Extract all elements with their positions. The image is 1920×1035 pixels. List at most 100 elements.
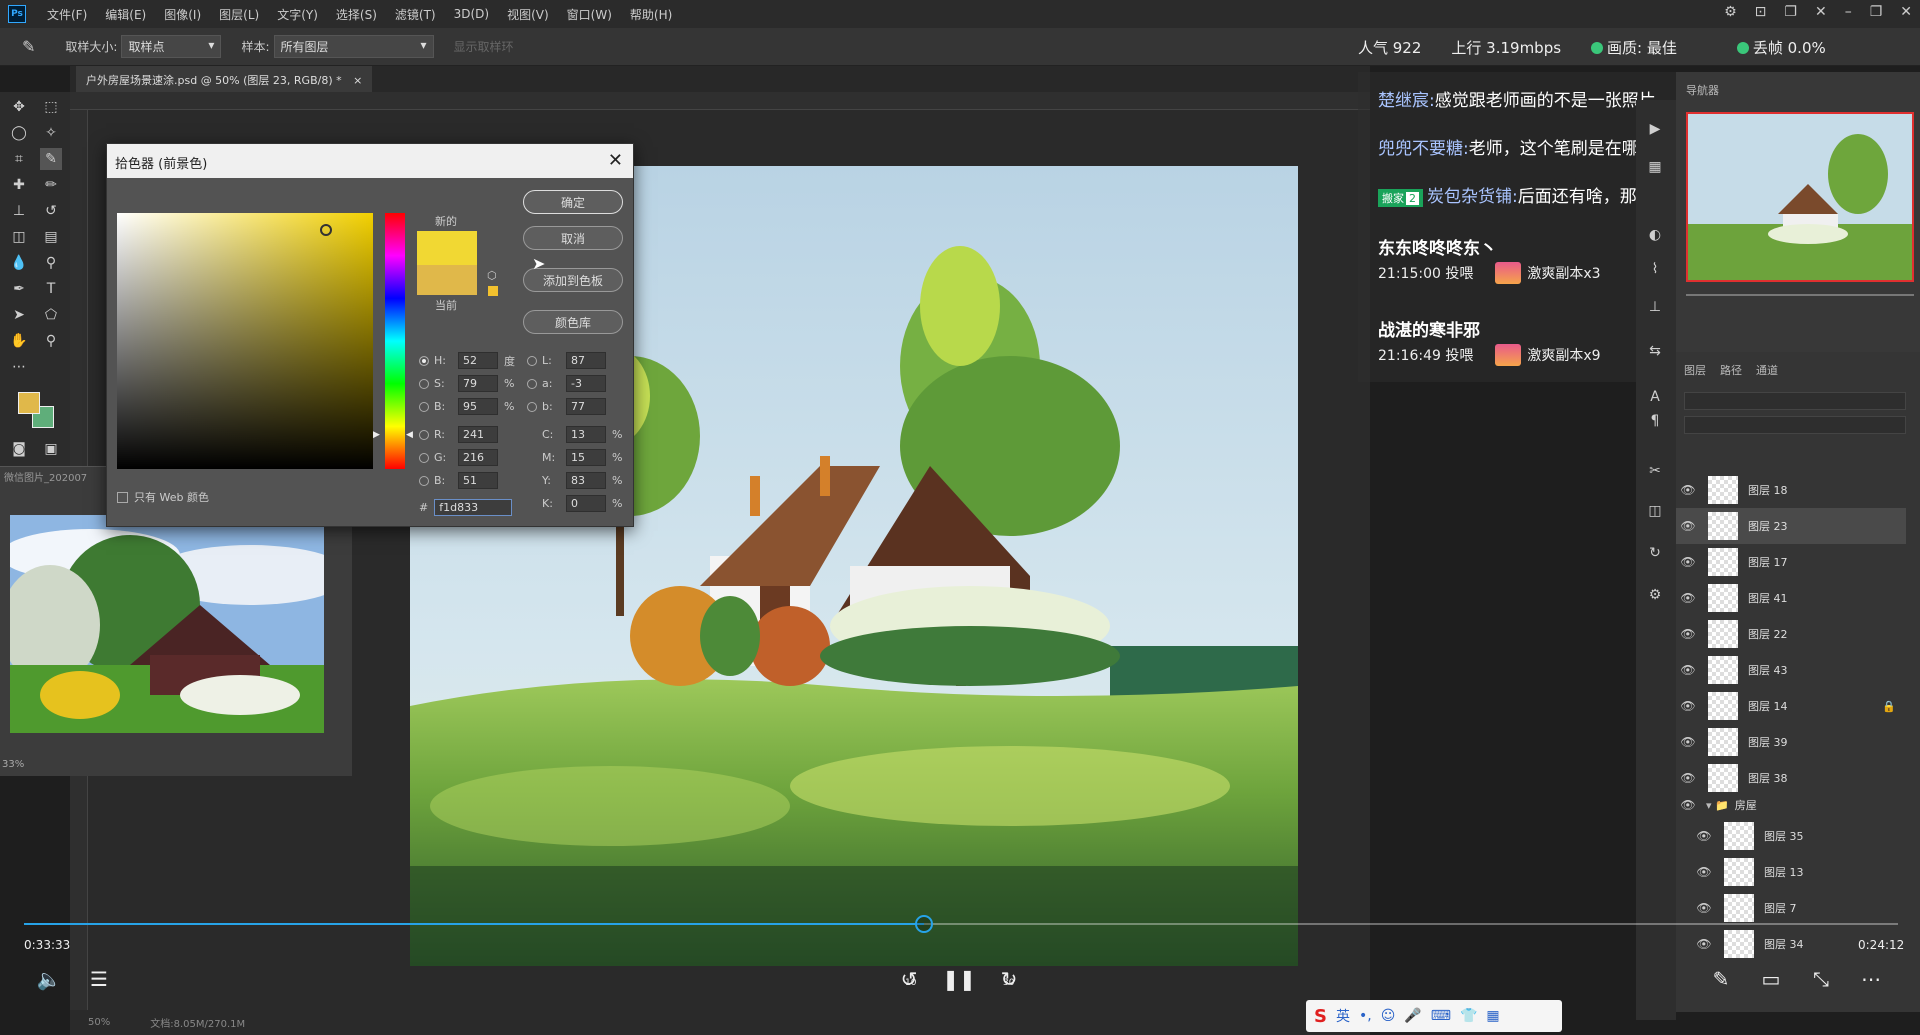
ime-logo[interactable]: S [1314, 1006, 1327, 1027]
menu-window[interactable]: 窗口(W) [558, 6, 621, 23]
healing-tool-icon[interactable]: ✚ [8, 174, 30, 196]
navigator-tab[interactable]: 导航器 [1686, 82, 1719, 98]
zoom-tool-icon[interactable]: ⚲ [40, 330, 62, 352]
menu-select[interactable]: 选择(S) [327, 6, 386, 23]
current-color-swatch[interactable] [417, 265, 477, 295]
stamp-panel-icon[interactable]: ⊥ [1644, 296, 1666, 318]
color-libraries-button[interactable]: 颜色库 [523, 310, 623, 334]
eye-icon[interactable]: 👁 [1676, 591, 1700, 605]
hue-arrow-right-icon[interactable]: ◀ [406, 430, 413, 440]
ok-button[interactable]: 确定 [523, 190, 623, 214]
tools-icon[interactable]: ✂ [1644, 460, 1666, 482]
menu-type[interactable]: 文字(Y) [268, 6, 327, 23]
menu-edit[interactable]: 编辑(E) [96, 6, 155, 23]
eye-icon[interactable]: 👁 [1692, 865, 1716, 879]
more-tools-icon[interactable]: ⋯ [8, 356, 30, 378]
layer-row[interactable]: 👁 图层 17 [1676, 544, 1906, 580]
menu-layer[interactable]: 图层(L) [210, 6, 268, 23]
sample-size-select[interactable]: 取样点 ▾ [121, 35, 222, 58]
lock-icon[interactable]: ⊡ [1755, 4, 1767, 20]
reference-photo[interactable] [10, 515, 324, 733]
pause-icon[interactable]: ❚❚ [942, 964, 976, 994]
window-close-icon[interactable]: ✕ [1900, 4, 1912, 20]
close-icon[interactable]: ✕ [608, 150, 623, 171]
color-marker[interactable] [320, 224, 332, 236]
history-brush-icon[interactable]: ↺ [40, 200, 62, 222]
punctuation-icon[interactable]: •, [1359, 1008, 1372, 1024]
cyan-input[interactable]: 13 [566, 426, 606, 443]
eye-icon[interactable]: 👁 [1692, 829, 1716, 843]
layer-row[interactable]: 👁 图层 13 [1676, 854, 1906, 890]
character-icon[interactable]: A [1644, 386, 1666, 408]
keyboard-icon[interactable]: ⌨ [1431, 1008, 1451, 1024]
show-ring-checkbox[interactable]: 显示取样环 [454, 38, 514, 55]
layer-group-row[interactable]: 👁 ▾ 📁 房屋 [1676, 792, 1906, 818]
marquee-tool-icon[interactable]: ⬚ [40, 96, 62, 118]
layer-row[interactable]: 👁 图层 23 [1676, 508, 1906, 544]
eye-icon[interactable]: 👁 [1676, 699, 1700, 713]
move-tool-icon[interactable]: ✥ [8, 96, 30, 118]
saturation-radio[interactable] [419, 378, 429, 389]
path-select-icon[interactable]: ➤ [8, 304, 30, 326]
danmaku-icon[interactable]: ☰ [84, 964, 114, 994]
blue-input[interactable]: 51 [458, 472, 498, 489]
layer-row[interactable]: 👁 图层 35 [1676, 818, 1906, 854]
tab-paths[interactable]: 路径 [1720, 362, 1742, 378]
lab-b-input[interactable]: 77 [566, 398, 606, 415]
forward-icon[interactable]: ↻ 30 [994, 964, 1024, 994]
magic-wand-icon[interactable]: ✧ [40, 122, 62, 144]
cube-icon[interactable]: ⬡ [487, 269, 497, 282]
layer-row[interactable]: 👁 图层 18 [1676, 472, 1906, 508]
black-input[interactable]: 0 [566, 495, 606, 512]
type-tool-icon[interactable]: T [40, 278, 62, 300]
crop-tool-icon[interactable]: ⌗ [8, 148, 30, 170]
paragraph-icon[interactable]: ¶ [1644, 410, 1666, 432]
eraser-tool-icon[interactable]: ◫ [8, 226, 30, 248]
navigator-zoom-slider[interactable] [1686, 294, 1914, 296]
eyedropper-icon[interactable]: ✎ [22, 37, 35, 56]
pen-icon[interactable]: ✎ [1706, 964, 1736, 994]
layer-row[interactable]: 👁 图层 38 [1676, 760, 1906, 796]
screen-mode-icon[interactable]: ▣ [40, 438, 62, 460]
library-icon[interactable]: ◫ [1644, 500, 1666, 522]
eye-icon[interactable]: 👁 [1676, 519, 1700, 533]
tab-layers[interactable]: 图层 [1684, 362, 1706, 378]
foreground-color-swatch[interactable] [18, 392, 40, 414]
picture-in-picture-icon[interactable]: ▭ [1756, 964, 1786, 994]
layer-row[interactable]: 👁 图层 39 [1676, 724, 1906, 760]
minimize-icon[interactable]: – [1845, 4, 1852, 20]
settings-icon[interactable]: ⚙ [1724, 4, 1737, 20]
lab-a-radio[interactable] [527, 378, 537, 389]
eye-icon[interactable]: 👁 [1676, 663, 1700, 677]
hue-radio[interactable] [419, 355, 429, 366]
lab-l-input[interactable]: 87 [566, 352, 606, 369]
tab-channels[interactable]: 通道 [1756, 362, 1778, 378]
history-icon[interactable]: ↻ [1644, 542, 1666, 564]
menu-image[interactable]: 图像(I) [155, 6, 210, 23]
lab-l-radio[interactable] [527, 355, 537, 366]
cancel-button[interactable]: 取消 [523, 226, 623, 250]
lab-b-radio[interactable] [527, 401, 537, 412]
gradient-tool-icon[interactable]: ▤ [40, 226, 62, 248]
ime-language[interactable]: 英 [1336, 1006, 1350, 1026]
blue-radio[interactable] [419, 475, 429, 486]
saturation-brightness-field[interactable] [117, 213, 373, 469]
saturation-input[interactable]: 79 [458, 375, 498, 392]
video-progress-bar[interactable] [24, 915, 1898, 933]
eye-icon[interactable]: 👁 [1692, 901, 1716, 915]
red-radio[interactable] [419, 429, 429, 440]
stamp-tool-icon[interactable]: ⊥ [8, 200, 30, 222]
toolbox-icon[interactable]: ▦ [1486, 1008, 1499, 1024]
layer-row[interactable]: 👁 图层 43 [1676, 652, 1906, 688]
menu-filter[interactable]: 滤镜(T) [386, 6, 445, 23]
hand-tool-icon[interactable]: ✋ [8, 330, 30, 352]
volume-icon[interactable]: 🔈 [34, 964, 64, 994]
eye-icon[interactable]: 👁 [1676, 735, 1700, 749]
eye-icon[interactable]: 👁 [1676, 798, 1700, 812]
blend-mode-select[interactable] [1684, 416, 1906, 434]
layer-row[interactable]: 👁 图层 41 [1676, 580, 1906, 616]
menu-view[interactable]: 视图(V) [498, 6, 558, 23]
green-radio[interactable] [419, 452, 429, 463]
quick-mask-icon[interactable]: ◙ [8, 438, 30, 460]
document-tab[interactable]: 户外房屋场景速涂.psd @ 50% (图层 23, RGB/8) * × [76, 66, 373, 92]
